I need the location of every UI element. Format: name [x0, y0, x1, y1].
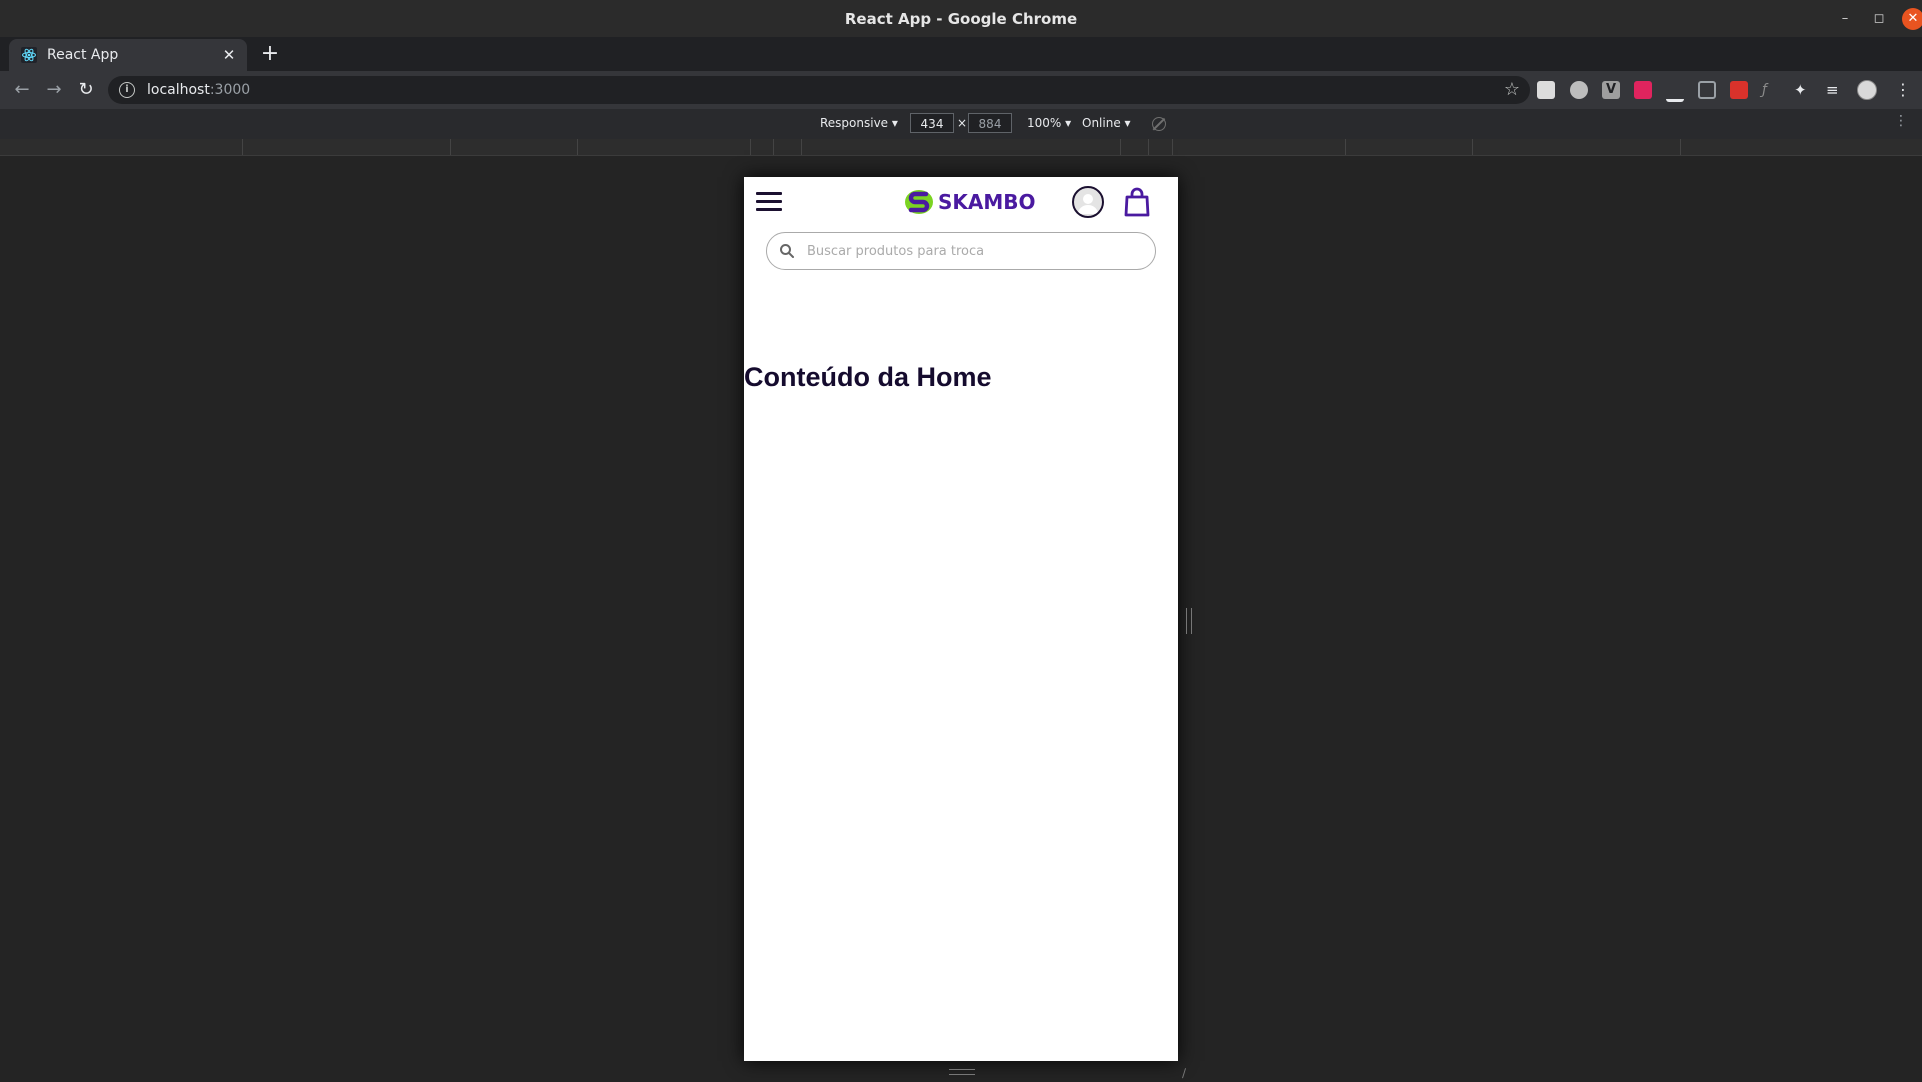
width-input[interactable]: 434: [910, 113, 954, 133]
ruler-tick: [1120, 139, 1121, 155]
fx-icon[interactable]: ƒ: [1762, 81, 1780, 99]
chrome-menu-icon[interactable]: ⋮: [1895, 79, 1911, 101]
window-titlebar: React App - Google Chrome – ◻ ✕: [0, 0, 1922, 37]
user-avatar-icon[interactable]: [1072, 186, 1104, 218]
pen-icon[interactable]: [1666, 81, 1684, 102]
ruler-tick: [1172, 139, 1173, 155]
page-title: Conteúdo da Home: [744, 362, 992, 392]
close-window-button[interactable]: ✕: [1902, 7, 1922, 30]
url-port: :3000: [209, 82, 251, 98]
zoom-select[interactable]: 100% ▾: [1027, 116, 1071, 130]
ruler-tick: [773, 139, 774, 155]
profile-avatar[interactable]: [1857, 80, 1877, 100]
person-icon: [1078, 194, 1098, 214]
url-host: localhost: [147, 82, 210, 98]
extension-icon-1[interactable]: [1537, 81, 1555, 99]
address-bar[interactable]: i localhost:3000 ☆: [108, 76, 1530, 104]
rotate-icon[interactable]: [1152, 117, 1166, 131]
height-input[interactable]: 884: [968, 113, 1012, 133]
ruler-tick: [1680, 139, 1681, 155]
url-text[interactable]: localhost:3000: [147, 82, 250, 98]
gift-icon[interactable]: [1730, 81, 1748, 99]
search-input[interactable]: [805, 242, 1129, 260]
react-icon: [21, 47, 37, 63]
vimium-icon[interactable]: V: [1602, 81, 1620, 99]
window-controls: – ◻ ✕: [1822, 0, 1922, 37]
skambo-logo[interactable]: SKAMBO: [904, 187, 1036, 217]
ruler-tick: [801, 139, 802, 155]
device-label: Responsive: [820, 116, 889, 130]
ruler-tick: [450, 139, 451, 155]
new-tab-button[interactable]: +: [258, 43, 282, 67]
back-arrow-icon[interactable]: ←: [11, 79, 33, 101]
viewport-resize-corner[interactable]: ∕: [1182, 1066, 1194, 1080]
ruler-tick: [577, 139, 578, 155]
search-bar[interactable]: [766, 232, 1156, 270]
tab-close-icon[interactable]: ✕: [219, 46, 239, 64]
puzzle-icon[interactable]: ✦: [1794, 81, 1812, 99]
viewport-resize-handle-bottom[interactable]: [949, 1069, 975, 1075]
ruler-tick: [1345, 139, 1346, 155]
tab-react-app[interactable]: React App ✕: [9, 39, 247, 71]
window-title: React App - Google Chrome: [844, 9, 1078, 28]
browser-toolbar: ← → ↻ i localhost:3000 ☆ V ƒ ✦ ≡ ⋮: [0, 71, 1922, 109]
hamburger-menu-icon[interactable]: [756, 192, 782, 212]
reload-icon[interactable]: ↻: [75, 79, 97, 101]
tab-strip: React App ✕ +: [0, 37, 1922, 71]
extension-icon-2[interactable]: [1570, 81, 1588, 99]
bookmark-star-icon[interactable]: ☆: [1504, 79, 1520, 100]
app-header: SKAMBO: [744, 177, 1178, 227]
ruler-tick: [242, 139, 243, 155]
logo-text: SKAMBO: [938, 190, 1036, 214]
vscode-icon[interactable]: [1634, 81, 1652, 99]
ruler-tick: [1472, 139, 1473, 155]
site-info-icon[interactable]: i: [119, 82, 135, 98]
forward-arrow-icon[interactable]: →: [43, 79, 65, 101]
emulated-viewport: SKAMBO Conteúdo da Home: [744, 177, 1178, 1061]
ruler-tick: [1148, 139, 1149, 155]
times-sign: ×: [957, 116, 968, 130]
device-toolbar: Responsive ▾ 434 × 884 100% ▾ Online ▾ ⋮: [0, 109, 1922, 140]
window-icon[interactable]: [1698, 81, 1716, 99]
zoom-label: 100%: [1027, 116, 1062, 130]
media-query-ruler: [0, 139, 1922, 156]
devtools-more-icon[interactable]: ⋮: [1894, 113, 1908, 129]
viewport-resize-handle-right[interactable]: [1186, 608, 1192, 634]
search-icon: [780, 244, 794, 258]
ruler-tick: [750, 139, 751, 155]
playlist-icon[interactable]: ≡: [1826, 81, 1844, 99]
tab-label: React App: [47, 47, 119, 63]
network-select[interactable]: Online ▾: [1082, 116, 1131, 130]
minimize-button[interactable]: –: [1834, 8, 1856, 30]
network-label: Online: [1082, 116, 1121, 130]
device-select[interactable]: Responsive ▾: [820, 116, 898, 130]
logo-mark-icon: [905, 190, 933, 214]
shopping-bag-icon[interactable]: [1124, 187, 1150, 217]
maximize-button[interactable]: ◻: [1868, 8, 1890, 30]
